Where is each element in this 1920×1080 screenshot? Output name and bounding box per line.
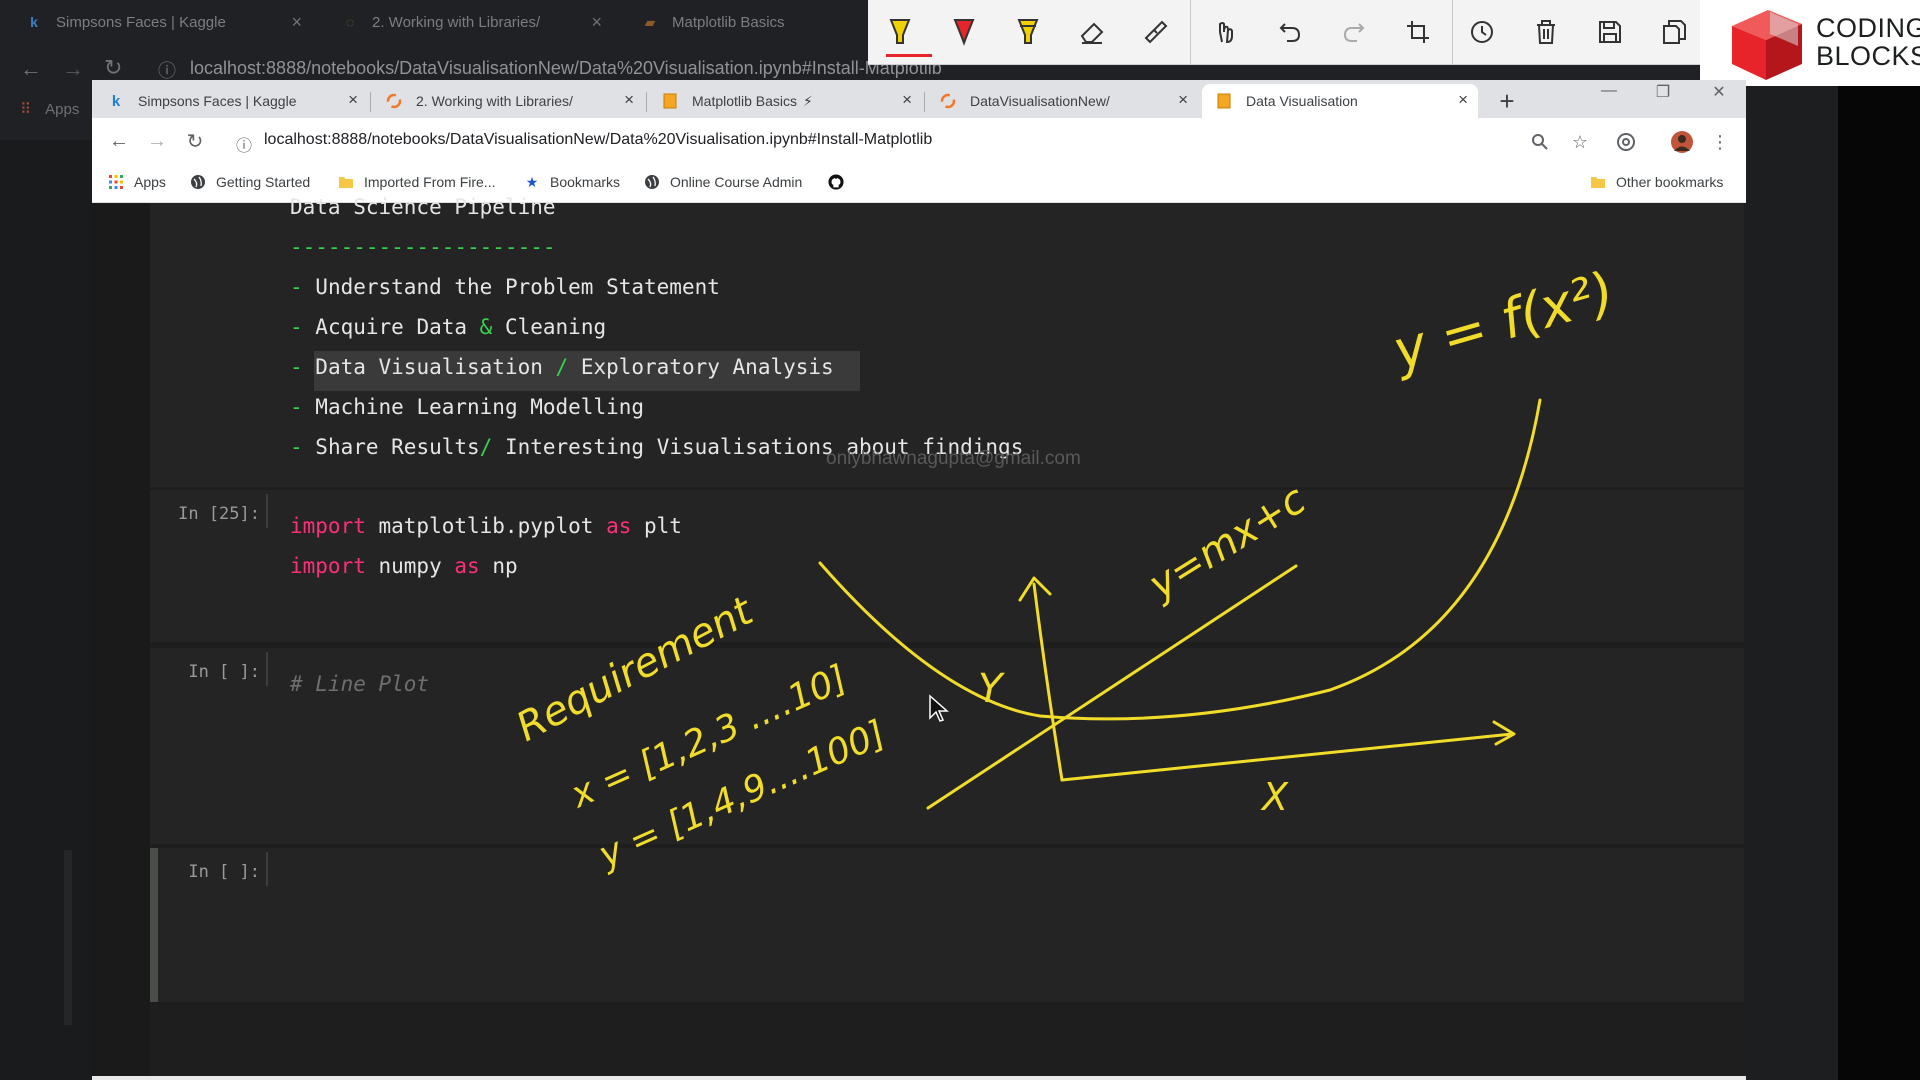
x-axis-arrowhead [1492, 720, 1516, 746]
formula-linear: y=mx+c [1140, 477, 1314, 609]
handwritten-annotation-layer: y = f(x²) y=mx+c Requirement x = [1,2,3 … [509, 260, 1621, 877]
y-axis-line [1032, 582, 1064, 782]
axis-x-label: X [1260, 775, 1289, 819]
axis-y-label: Y [978, 666, 1006, 712]
mouse-cursor-icon [929, 694, 949, 722]
formula-quadratic: y = f(x²) [1384, 260, 1621, 383]
x-axis-line [1060, 732, 1514, 782]
